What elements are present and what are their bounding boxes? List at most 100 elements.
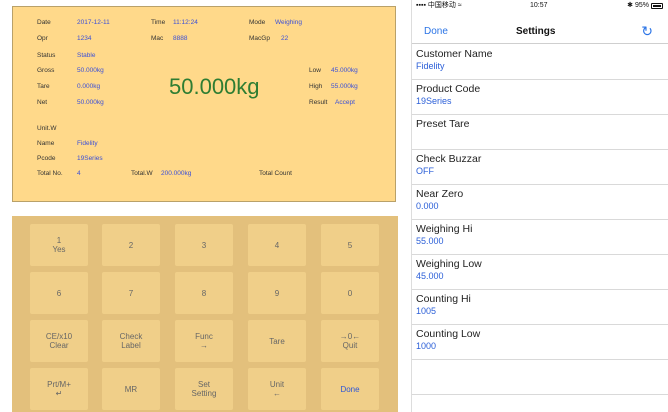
name-value: Fidelity: [77, 140, 98, 147]
high-value: 55.000kg: [331, 83, 358, 90]
setting-row-weighing-hi[interactable]: Weighing Hi 55.000: [412, 220, 668, 255]
key-6[interactable]: 6: [30, 272, 88, 314]
result-value: Accept: [335, 99, 355, 106]
date-value: 2017-12-11: [77, 19, 110, 26]
setting-row-counting-low[interactable]: Counting Low 1000: [412, 325, 668, 360]
key-label: 0: [347, 288, 353, 298]
key-ce-clear[interactable]: CE/x10 Clear: [30, 320, 88, 362]
key-label: 1: [56, 236, 62, 245]
nav-bar: Done Settings ↻: [412, 22, 668, 44]
key-5[interactable]: 5: [321, 224, 379, 266]
key-label: 8: [201, 288, 207, 298]
pcode-value: 19Series: [77, 155, 103, 162]
key-unit[interactable]: Unit ←: [248, 368, 306, 410]
key-label: 3: [201, 240, 207, 250]
key-label: MR: [124, 384, 138, 394]
setting-row-weighing-low[interactable]: Weighing Low 45.000: [412, 255, 668, 290]
key-done[interactable]: Done: [321, 368, 379, 410]
key-3[interactable]: 3: [175, 224, 233, 266]
setting-value: 1005: [416, 306, 437, 316]
setting-label: Counting Hi: [416, 293, 471, 305]
key-7[interactable]: 7: [102, 272, 160, 314]
setting-row-check-buzzar[interactable]: Check Buzzar OFF: [412, 150, 668, 185]
key-0[interactable]: 0: [321, 272, 379, 314]
macgp-value: 22: [281, 35, 289, 42]
totalw-label: Total.W: [131, 170, 153, 177]
setting-value: OFF: [416, 166, 434, 176]
key-4[interactable]: 4: [248, 224, 306, 266]
key-label: Prt/M+: [47, 380, 71, 389]
result-label: Result: [309, 99, 328, 106]
totalcount-label: Total Count: [259, 170, 292, 177]
key-label: 5: [347, 240, 353, 250]
key-1-yes[interactable]: 1 Yes: [30, 224, 88, 266]
battery-indicator: ✱ 95%: [627, 0, 663, 12]
setting-label: Customer Name: [416, 48, 493, 60]
key-tare[interactable]: Tare: [248, 320, 306, 362]
key-sublabel: Yes: [52, 245, 66, 254]
setting-row-product-code[interactable]: Product Code 19Series: [412, 80, 668, 115]
key-9[interactable]: 9: [248, 272, 306, 314]
key-set-setting[interactable]: Set Setting: [175, 368, 233, 410]
key-check-label[interactable]: Check Label: [102, 320, 160, 362]
key-sublabel: Quit: [342, 341, 358, 350]
totalno-label: Total No.: [37, 170, 63, 177]
bluetooth-icon: ✱: [627, 2, 633, 9]
setting-label: Near Zero: [416, 188, 464, 200]
totalno-value: 4: [77, 170, 81, 177]
time-value: 11:12:24: [173, 19, 198, 26]
low-value: 45.000kg: [331, 67, 358, 74]
key-label: CE/x10: [45, 332, 73, 341]
totalw-value: 200.000kg: [161, 170, 192, 177]
setting-row-counting-hi[interactable]: Counting Hi 1005: [412, 290, 668, 325]
scale-display-panel: Date 2017-12-11 Time 11:12:24 Mode Weigh…: [12, 6, 396, 202]
key-label: Tare: [269, 336, 285, 346]
key-label: 7: [128, 288, 134, 298]
key-label: Func: [195, 332, 213, 341]
status-label: Status: [37, 52, 56, 59]
setting-value: 55.000: [416, 236, 444, 246]
battery-icon: [651, 3, 663, 9]
setting-row-customer-name[interactable]: Customer Name Fidelity: [412, 45, 668, 80]
key-8[interactable]: 8: [175, 272, 233, 314]
key-label: 2: [128, 240, 134, 250]
setting-label: Weighing Hi: [416, 223, 473, 235]
key-func[interactable]: Func →: [175, 320, 233, 362]
zero-icon: →0←: [339, 332, 361, 341]
setting-value: 0.000: [416, 201, 439, 211]
key-mr[interactable]: MR: [102, 368, 160, 410]
carrier-indicator: ▪▪▪▪ 中国移动 ≈: [416, 0, 462, 12]
gross-label: Gross: [37, 67, 55, 74]
key-print-mplus[interactable]: Prt/M+ ↵: [30, 368, 88, 410]
refresh-icon[interactable]: ↻: [641, 24, 653, 38]
key-label: Check: [119, 332, 143, 341]
key-label: 9: [274, 288, 280, 298]
key-2[interactable]: 2: [102, 224, 160, 266]
date-label: Date: [37, 19, 51, 26]
tare-label: Tare: [37, 83, 50, 90]
high-label: High: [309, 83, 323, 90]
keypad: 1 Yes 2 3 4 5 6 7 8 9 0 CE/x10 Clear Check…: [12, 216, 398, 412]
key-label: 4: [274, 240, 280, 250]
key-sublabel: Label: [121, 341, 141, 350]
done-button[interactable]: Done: [424, 26, 448, 37]
setting-row-preset-tare[interactable]: Preset Tare: [412, 115, 668, 150]
setting-value: Fidelity: [416, 61, 445, 71]
status-value: Stable: [77, 52, 96, 59]
key-sublabel: Clear: [49, 341, 69, 350]
setting-label: Product Code: [416, 83, 481, 95]
setting-label: Counting Low: [416, 328, 481, 340]
mode-value: Weighing: [275, 19, 302, 26]
setting-value: 19Series: [416, 96, 452, 106]
return-icon: ↵: [55, 389, 63, 398]
setting-row-near-zero[interactable]: Near Zero 0.000: [412, 185, 668, 220]
key-zero-quit[interactable]: →0← Quit: [321, 320, 379, 362]
setting-label: Weighing Low: [416, 258, 482, 270]
key-label: 6: [56, 288, 62, 298]
name-label: Name: [37, 140, 55, 147]
setting-label: Preset Tare: [416, 118, 470, 130]
main-weight-readout: 50.000kg: [169, 74, 260, 99]
net-value: 50.000kg: [77, 99, 104, 106]
wifi-icon: ≈: [457, 2, 462, 9]
battery-percent: 95%: [634, 2, 649, 9]
